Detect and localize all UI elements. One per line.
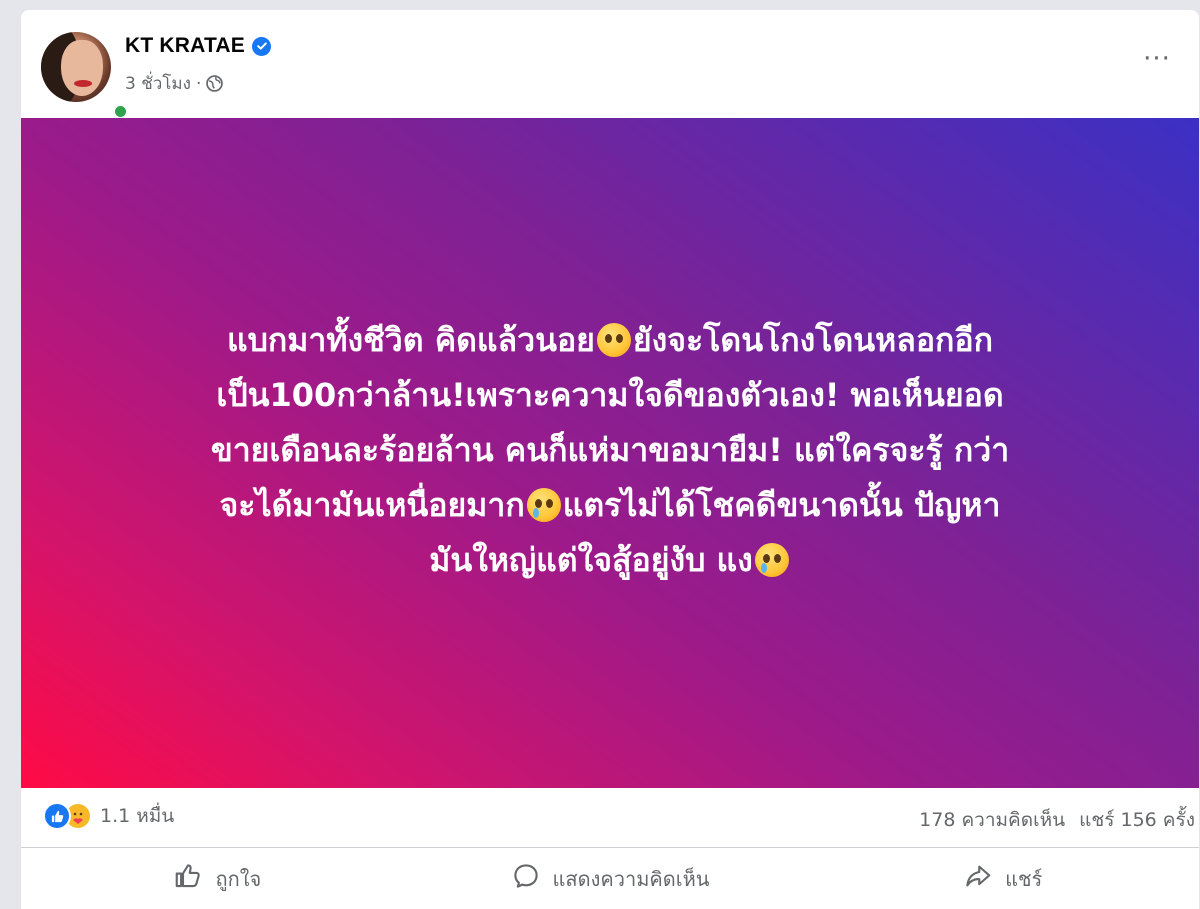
- share-arrow-icon: [963, 861, 993, 896]
- like-button-label: ถูกใจ: [215, 866, 262, 891]
- share-button-label: แชร์: [1005, 866, 1043, 891]
- comment-count-link[interactable]: 178 ความคิดเห็น: [919, 805, 1065, 835]
- author-row: KT KRATAE: [125, 34, 272, 58]
- post-meta: 3 ชั่วโมง ·: [125, 70, 224, 97]
- verified-icon: [252, 36, 272, 56]
- share-button[interactable]: แชร์: [806, 848, 1199, 909]
- crying-face-emoji: [526, 487, 561, 522]
- comment-button[interactable]: แสดงความคิดเห็น: [414, 848, 807, 909]
- reactions-summary[interactable]: 1.1 หมื่น: [43, 801, 174, 831]
- share-count-link[interactable]: แชร์ 156 ครั้ง: [1079, 805, 1195, 835]
- more-options-button[interactable]: ···: [1137, 44, 1177, 74]
- post-actions: ถูกใจ แสดงความคิดเห็น แชร์: [21, 848, 1199, 909]
- post-text-line-1b: ยังจะโดนโกงโดนหลอกอีก: [632, 320, 993, 359]
- post-text: แบกมาทั้งชีวิต คิดแล้วนอย ยังจะโดนโกงโดนห…: [80, 313, 1140, 588]
- post-text-line-4b: แตรไม่ได้โชคดีขนาดนั้น ปัญหา: [562, 485, 1001, 524]
- post-text-line-5: มันใหญ่แต่ใจสู้อยู่งับ แง: [429, 540, 753, 579]
- author-name[interactable]: KT KRATAE: [125, 34, 245, 58]
- post-text-line-4: จะได้มามันเหนื่อยมาก: [219, 485, 525, 524]
- stats-right: 178 ความคิดเห็น แชร์ 156 ครั้ง: [919, 805, 1195, 835]
- post-card: KT KRATAE 3 ชั่วโมง · ··· แบกมาทั้งชีวิต…: [21, 10, 1199, 909]
- pleading-face-emoji: [596, 322, 631, 357]
- author-avatar[interactable]: [41, 32, 129, 120]
- post-header: KT KRATAE 3 ชั่วโมง · ···: [21, 10, 1199, 120]
- post-timestamp[interactable]: 3 ชั่วโมง: [125, 70, 191, 97]
- thumbs-up-icon: [173, 861, 203, 896]
- comment-bubble-icon: [511, 861, 541, 896]
- comment-button-label: แสดงความคิดเห็น: [552, 866, 710, 891]
- meta-separator: ·: [195, 73, 202, 94]
- globe-icon: [206, 75, 224, 92]
- post-text-line-2: เป็น100กว่าล้าน!เพราะความใจดีของตัวเอง! …: [216, 375, 1004, 414]
- like-reaction-icon: [43, 802, 71, 830]
- post-text-line-3: ขายเดือนละร้อยล้าน คนก็แห่มาขอมายืม! แต่…: [210, 430, 1010, 469]
- like-button[interactable]: ถูกใจ: [21, 848, 414, 909]
- post-text-line-1: แบกมาทั้งชีวิต คิดแล้วนอย: [226, 320, 595, 359]
- post-stats: 1.1 หมื่น 178 ความคิดเห็น แชร์ 156 ครั้ง: [21, 788, 1199, 848]
- avatar-image: [41, 32, 111, 102]
- reaction-count: 1.1 หมื่น: [100, 805, 175, 827]
- post-background: แบกมาทั้งชีวิต คิดแล้วนอย ยังจะโดนโกงโดนห…: [21, 118, 1199, 788]
- loudly-crying-face-emoji: [754, 542, 789, 577]
